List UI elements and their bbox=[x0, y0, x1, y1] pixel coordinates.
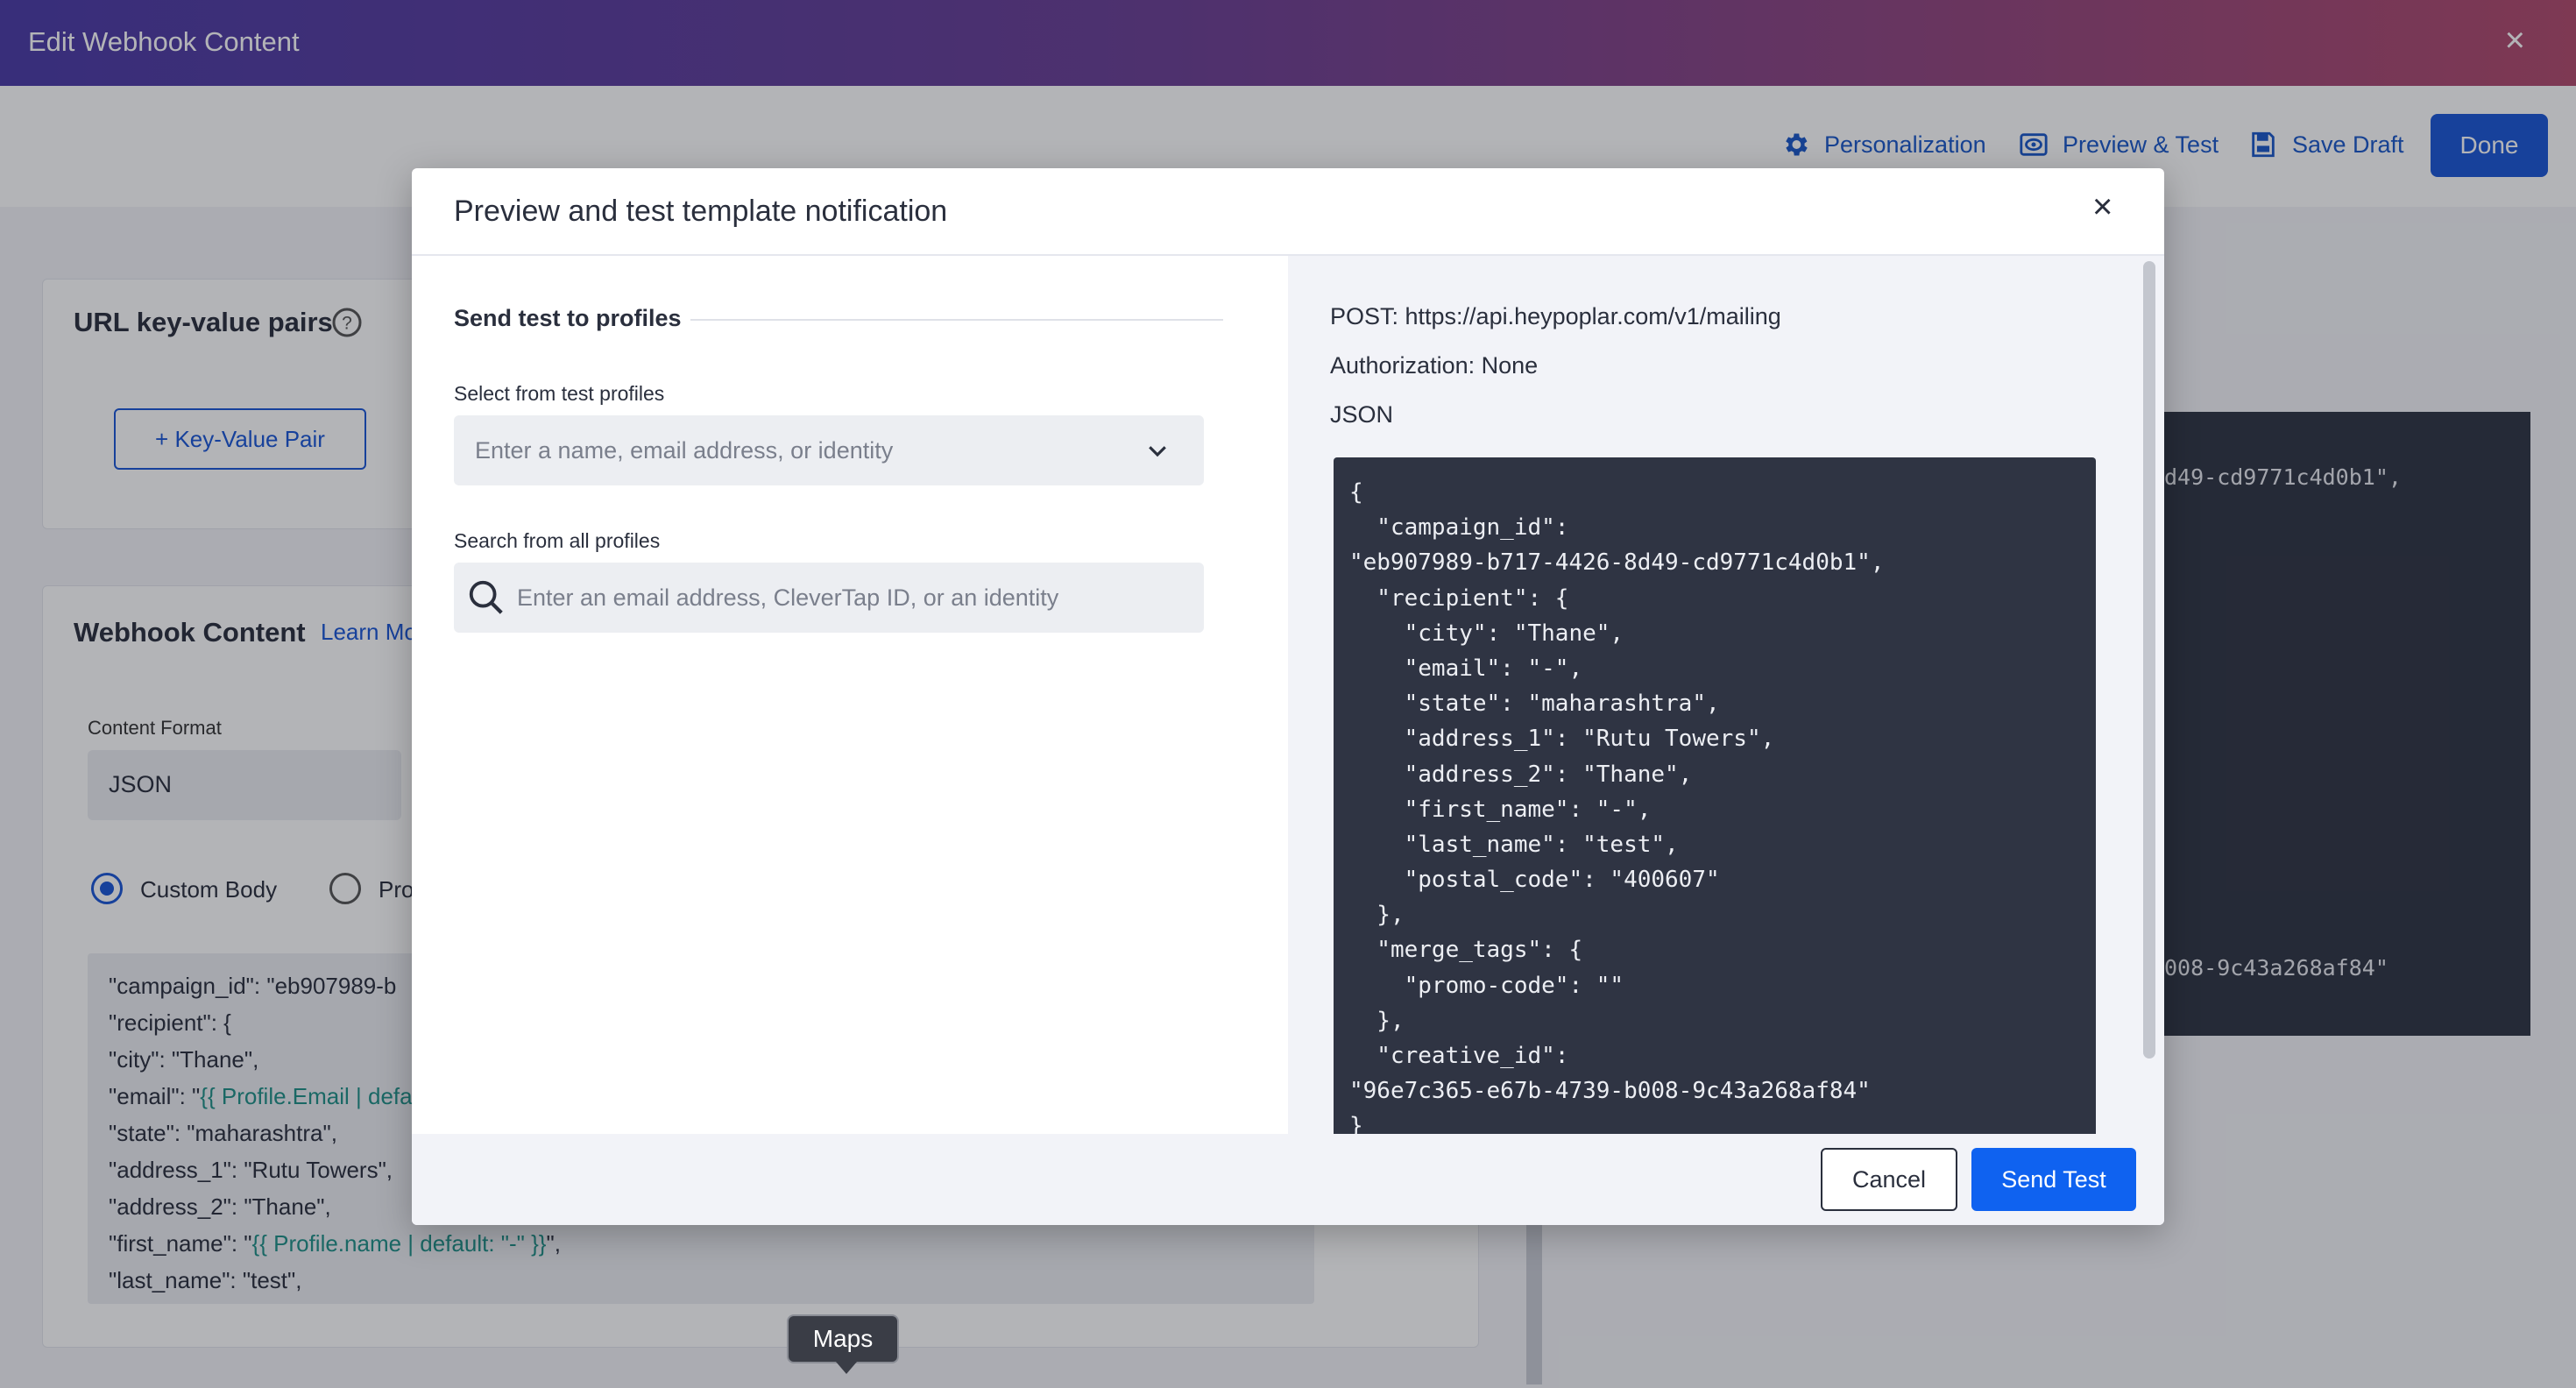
json-line: { bbox=[1349, 479, 1363, 506]
json-line: "recipient": { bbox=[1349, 584, 1569, 612]
json-line: "address_1": "Rutu Towers", bbox=[1349, 726, 1775, 753]
maps-tooltip: Maps bbox=[787, 1314, 899, 1374]
section-divider bbox=[690, 319, 1223, 321]
test-profile-select[interactable] bbox=[454, 415, 1204, 485]
json-line: "campaign_id": bbox=[1349, 514, 1569, 542]
auth-line: Authorization: None bbox=[1330, 352, 1539, 379]
request-preview-panel: POST: https://api.heypoplar.com/v1/maili… bbox=[1288, 256, 2164, 1134]
search-profiles-input[interactable] bbox=[454, 563, 1204, 633]
json-line: "address_2": "Thane", bbox=[1349, 761, 1693, 788]
json-line: "creative_id": bbox=[1349, 1043, 1569, 1069]
json-line: }, bbox=[1349, 902, 1405, 929]
preview-scrollbar[interactable] bbox=[2143, 261, 2155, 1059]
preview-test-modal: Preview and test template notification ×… bbox=[412, 168, 2164, 1225]
json-line: "state": "maharashtra", bbox=[1349, 690, 1720, 718]
json-line: "last_name": "test", bbox=[1349, 831, 1679, 858]
cancel-button[interactable]: Cancel bbox=[1821, 1148, 1957, 1211]
json-line: "email": "-", bbox=[1349, 655, 1583, 682]
modal-title: Preview and test template notification bbox=[454, 195, 948, 228]
search-icon bbox=[469, 580, 503, 614]
send-test-panel: Send test to profiles Select from test p… bbox=[412, 256, 1288, 1134]
json-line: "first_name": "-", bbox=[1349, 796, 1652, 823]
select-profiles-label: Select from test profiles bbox=[454, 382, 665, 405]
json-preview: { "campaign_id": "eb907989-b717-4426-8d4… bbox=[1334, 457, 2096, 1134]
send-test-button[interactable]: Send Test bbox=[1971, 1148, 2136, 1211]
format-line: JSON bbox=[1330, 401, 1394, 428]
json-line: "city": "Thane", bbox=[1349, 620, 1624, 647]
json-line: "promo-code": "" bbox=[1349, 972, 1624, 999]
post-url-line: POST: https://api.heypoplar.com/v1/maili… bbox=[1330, 303, 1781, 329]
send-test-section-title: Send test to profiles bbox=[454, 305, 682, 331]
chevron-down-icon[interactable] bbox=[1144, 437, 1171, 464]
json-line: "merge_tags": { bbox=[1349, 937, 1583, 964]
json-line: } bbox=[1349, 1113, 1363, 1134]
json-line: "eb907989-b717-4426-8d49-cd9771c4d0b1", bbox=[1349, 549, 1885, 577]
modal-header: Preview and test template notification × bbox=[412, 168, 2164, 256]
json-line: }, bbox=[1349, 1007, 1405, 1034]
json-line: "postal_code": "400607" bbox=[1349, 867, 1720, 894]
modal-close-icon[interactable]: × bbox=[2092, 189, 2112, 224]
json-line: "96e7c365-e67b-4739-b008-9c43a268af84" bbox=[1349, 1078, 1871, 1105]
modal-footer: Cancel Send Test bbox=[412, 1134, 2164, 1225]
search-profiles-label: Search from all profiles bbox=[454, 529, 661, 552]
